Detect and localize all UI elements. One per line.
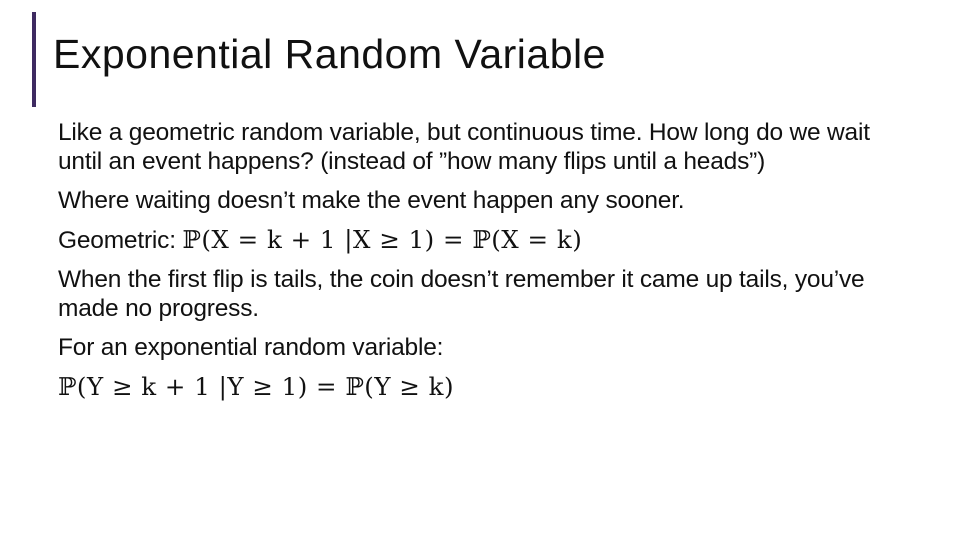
- paragraph-geometric: Geometric: ℙ(X = k + 1 |X ≥ 1) = ℙ(X = k…: [58, 225, 898, 255]
- geometric-label: Geometric:: [58, 227, 183, 254]
- slide-body: Like a geometric random variable, but co…: [58, 118, 898, 412]
- geometric-formula: ℙ(X = k + 1 |X ≥ 1) = ℙ(X = k): [182, 225, 583, 254]
- paragraph-coin: When the first flip is tails, the coin d…: [58, 266, 865, 322]
- paragraph-exponential-formula: ℙ(Y ≥ k + 1 |Y ≥ 1) = ℙ(Y ≥ k): [58, 372, 898, 402]
- title-accent-bar: [32, 12, 36, 107]
- paragraph-memoryless: Where waiting doesn’t make the event hap…: [58, 187, 685, 214]
- paragraph-intro: Like a geometric random variable, but co…: [58, 119, 870, 175]
- exponential-formula: ℙ(Y ≥ k + 1 |Y ≥ 1) = ℙ(Y ≥ k): [58, 372, 455, 401]
- paragraph-exponential-intro: For an exponential random variable:: [58, 334, 444, 361]
- slide-title: Exponential Random Variable: [53, 31, 606, 77]
